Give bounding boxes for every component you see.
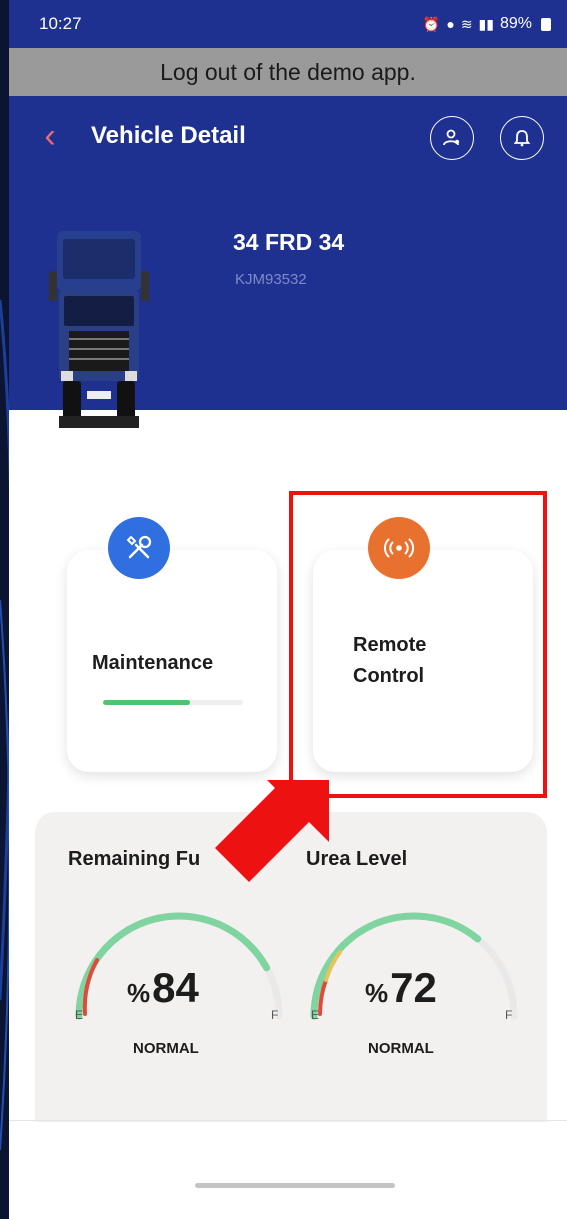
person-gear-icon: [443, 129, 460, 146]
fuel-full-label: F: [271, 1008, 279, 1022]
chevron-left-icon: ‹: [44, 117, 56, 155]
status-time: 10:27: [39, 14, 82, 33]
urea-percent-sign: %: [365, 978, 389, 1008]
notifications-button[interactable]: [500, 116, 544, 160]
battery-icon: [541, 17, 551, 31]
maintenance-progress-fill: [103, 700, 190, 705]
fuel-empty-label: E: [75, 1008, 84, 1022]
maintenance-icon-badge: [108, 517, 170, 579]
wifi-icon: ≋: [460, 15, 473, 32]
page-title: Vehicle Detail: [91, 122, 246, 149]
fuel-status: NORMAL: [133, 1040, 199, 1057]
vehicle-plate: 34 FRD 34: [233, 229, 345, 255]
urea-full-label: F: [505, 1008, 513, 1022]
wrench-screwdriver-icon: [126, 535, 152, 559]
highlight-box: [289, 491, 547, 798]
demo-banner-text: Log out of the demo app.: [160, 58, 416, 85]
app-header: ‹ Vehicle Detail: [9, 96, 567, 181]
status-icons: ⏰ ● ≋ ▮▮ 89%: [423, 15, 551, 33]
truck-image: [49, 231, 149, 428]
urea-value: %72: [365, 964, 437, 1012]
urea-status: NORMAL: [368, 1040, 434, 1057]
fuel-percent-sign: %: [127, 978, 151, 1008]
urea-value-number: 72: [390, 964, 437, 1011]
urea-empty-label: E: [311, 1008, 320, 1022]
fuel-gauge-title: Remaining Fu: [68, 848, 201, 870]
vehicle-summary: 34 FRD 34 KJM93532: [9, 181, 567, 428]
phone-screen: 10:27 ⏰ ● ≋ ▮▮ 89% Log out of the demo a…: [9, 0, 567, 1219]
alarm-icon: ⏰: [422, 15, 441, 32]
maintenance-label: Maintenance: [92, 652, 214, 674]
signal-icon: ▮▮: [478, 15, 494, 32]
maintenance-progress: [103, 700, 243, 705]
vehicle-vin: KJM93532: [235, 271, 307, 288]
fuel-value: %84: [127, 964, 199, 1012]
bell-icon: [513, 130, 531, 147]
status-bar: 10:27 ⏰ ● ≋ ▮▮ 89%: [9, 0, 567, 48]
back-button[interactable]: ‹: [35, 118, 65, 154]
bottom-divider: [9, 1120, 567, 1121]
user-settings-button[interactable]: [430, 116, 474, 160]
fuel-value-number: 84: [152, 964, 199, 1011]
home-indicator[interactable]: [195, 1183, 395, 1188]
pointer-arrow-icon: [215, 780, 329, 882]
battery-percent: 89%: [499, 15, 532, 32]
location-icon: ●: [446, 16, 455, 32]
demo-logout-banner[interactable]: Log out of the demo app.: [9, 48, 567, 96]
